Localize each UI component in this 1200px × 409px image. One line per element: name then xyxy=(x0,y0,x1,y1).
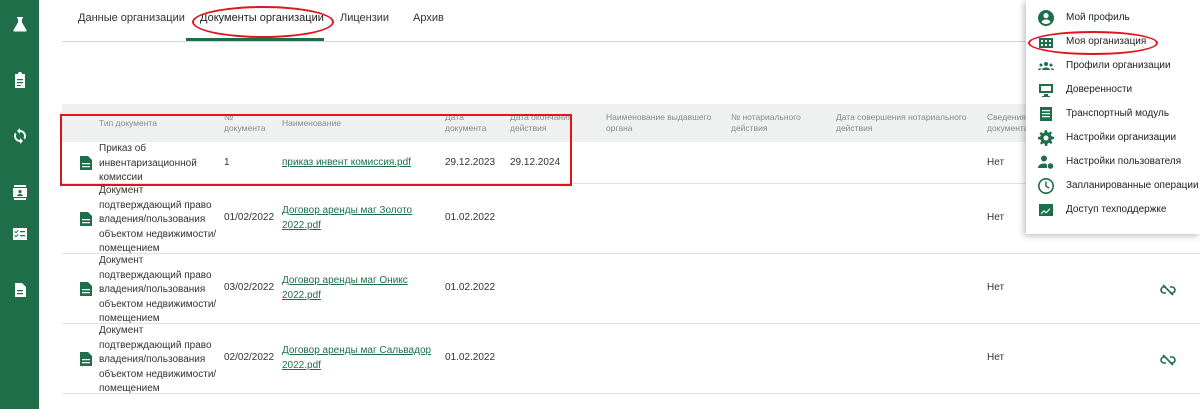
menu-item-support-access[interactable]: Доступ техподдержке xyxy=(1026,198,1200,222)
gear-icon xyxy=(1038,130,1054,146)
menu-item-org-settings[interactable]: Настройки организации xyxy=(1026,126,1200,150)
menu-item-org-profiles[interactable]: Профили организации xyxy=(1026,54,1200,78)
clipboard-icon[interactable] xyxy=(0,60,39,100)
menu-item-power-of-attorney[interactable]: Доверенности xyxy=(1026,78,1200,102)
cell-file-link[interactable]: Договор аренды маг Сальвадор 2022.pdf xyxy=(282,344,432,373)
cell-file-link[interactable]: Договор аренды маг Золото 2022.pdf xyxy=(282,204,417,233)
list-box-icon xyxy=(1038,106,1054,122)
cell-date: 01.02.2022 xyxy=(445,212,496,223)
annotation-ellipse-tab xyxy=(192,6,334,38)
monitor-icon xyxy=(1038,82,1054,98)
cell-number: 03/02/2022 xyxy=(224,282,275,293)
tab-licenses[interactable]: Лицензии xyxy=(340,12,389,24)
cell-number: 01/02/2022 xyxy=(224,212,275,223)
cell-info: Нет xyxy=(987,282,1005,293)
cell-info: Нет xyxy=(987,352,1005,363)
unlink-icon[interactable] xyxy=(1160,283,1176,296)
col-header-issuer: Наименование выдавшего органа xyxy=(606,112,712,133)
document-icon xyxy=(80,212,92,226)
menu-item-label: Настройки пользователя xyxy=(1066,156,1182,167)
document-icon[interactable] xyxy=(0,270,39,310)
cell-file-link[interactable]: Договор аренды маг Оникс 2022.pdf xyxy=(282,274,417,303)
menu-item-label: Мой профиль xyxy=(1066,12,1130,23)
contact-card-icon[interactable] xyxy=(0,172,39,212)
active-tab-indicator xyxy=(186,38,324,41)
chart-box-icon xyxy=(1038,202,1054,218)
cell-type: Документ подтверждающий право владения/п… xyxy=(99,255,217,324)
menu-item-label: Доступ техподдержке xyxy=(1066,204,1167,215)
account-circle-icon xyxy=(1038,10,1054,26)
cell-type: Документ подтверждающий право владения/п… xyxy=(99,325,217,394)
app-root: Данные организации Документы организации… xyxy=(0,0,1200,409)
annotation-rect-row xyxy=(60,114,572,186)
menu-item-label: Транспортный модуль xyxy=(1066,108,1170,119)
table-row[interactable]: Документ подтверждающий право владения/п… xyxy=(62,254,1200,324)
cell-date: 01.02.2022 xyxy=(445,352,496,363)
sidebar xyxy=(0,0,39,409)
menu-item-scheduled-operations[interactable]: Запланированные операции xyxy=(1026,174,1200,198)
document-icon xyxy=(80,282,92,296)
group-icon xyxy=(1038,58,1054,74)
col-header-notary-no: № нотариального действия xyxy=(731,112,801,133)
menu-item-label: Настройки организации xyxy=(1066,132,1177,143)
menu-item-label: Запланированные операции xyxy=(1066,180,1199,191)
annotation-ellipse-menu xyxy=(1028,31,1158,55)
cell-number: 02/02/2022 xyxy=(224,352,275,363)
user-gear-icon xyxy=(1038,154,1054,170)
unlink-icon[interactable] xyxy=(1160,353,1176,366)
menu-item-label: Доверенности xyxy=(1066,84,1133,95)
document-icon xyxy=(80,352,92,366)
checklist-icon[interactable] xyxy=(0,214,39,254)
clock-icon xyxy=(1038,178,1054,194)
menu-item-my-profile[interactable]: Мой профиль xyxy=(1026,6,1200,30)
tab-archive[interactable]: Архив xyxy=(413,12,444,24)
col-header-notary-date: Дата совершения нотариального действия xyxy=(836,112,967,133)
cell-date: 01.02.2022 xyxy=(445,282,496,293)
menu-item-user-settings[interactable]: Настройки пользователя xyxy=(1026,150,1200,174)
sync-icon[interactable] xyxy=(0,116,39,156)
cell-info: Нет xyxy=(987,212,1005,223)
menu-item-transport-module[interactable]: Транспортный модуль xyxy=(1026,102,1200,126)
cell-type: Документ подтверждающий право владения/п… xyxy=(99,185,217,254)
flask-icon[interactable] xyxy=(0,4,39,44)
menu-item-label: Профили организации xyxy=(1066,60,1171,71)
tab-org-data[interactable]: Данные организации xyxy=(78,12,185,24)
cell-info: Нет xyxy=(987,157,1005,168)
table-row[interactable]: Документ подтверждающий право владения/п… xyxy=(62,324,1200,394)
